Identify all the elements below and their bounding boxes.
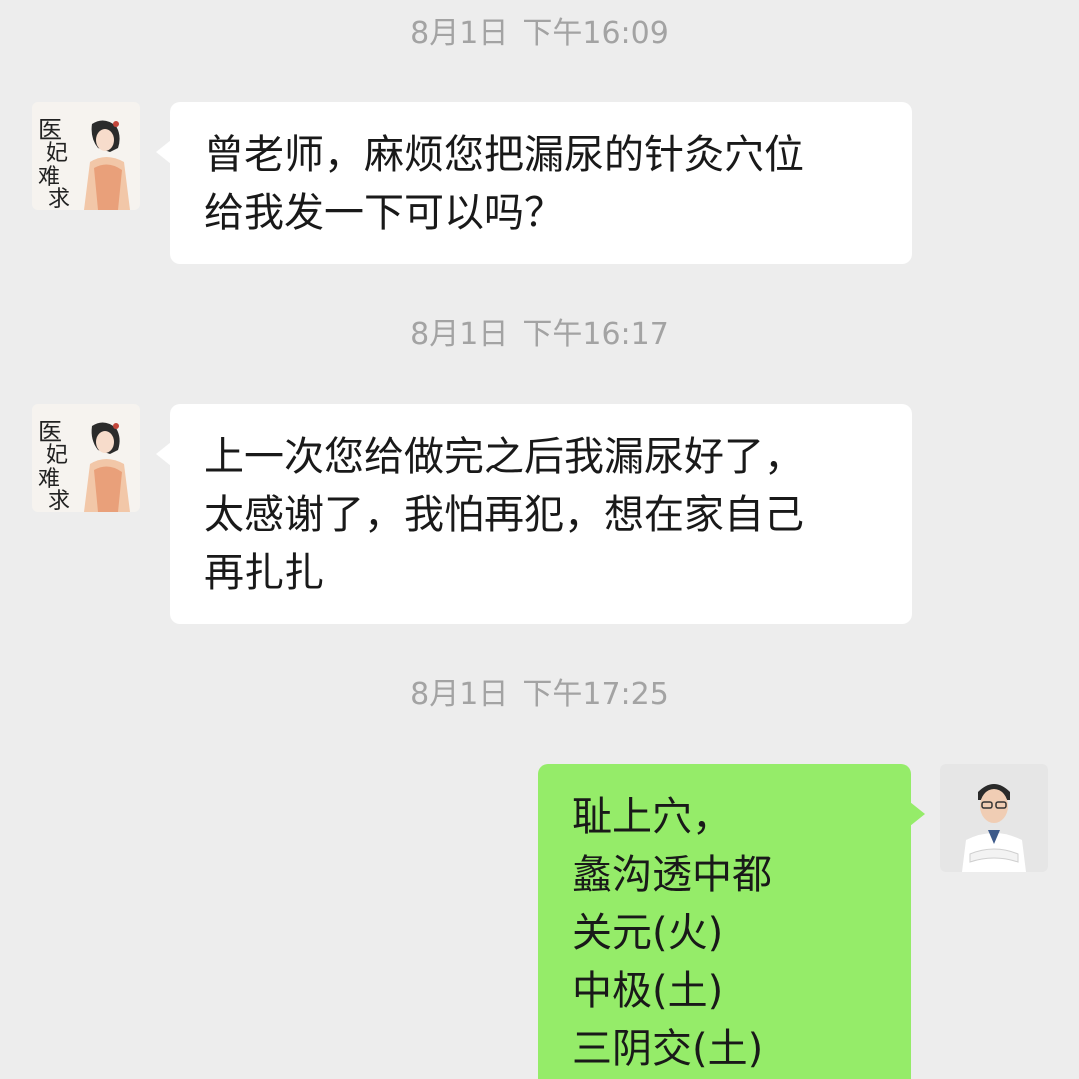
svg-text:求: 求 [48, 489, 70, 512]
message-timestamp: 8月1日 下午16:17 [0, 315, 1079, 355]
timestamp-date: 8月1日 [410, 16, 509, 51]
message-line: 中极(土) [572, 968, 724, 1014]
message-line: 曾老师，麻烦您把漏尿的针灸穴位 [204, 132, 804, 178]
message-line: 耻上穴， [572, 794, 732, 840]
contact-avatar-icon[interactable]: 医 妃 难 求 [32, 404, 140, 512]
svg-text:妃: 妃 [46, 443, 68, 468]
contact-avatar-art: 医 妃 难 求 [32, 404, 140, 512]
svg-text:求: 求 [48, 187, 70, 210]
message-line: 太感谢了，我怕再犯，想在家自己 [204, 492, 804, 538]
message-line: 三阴交(土) [572, 1026, 764, 1072]
svg-text:医: 医 [38, 116, 62, 144]
message-bubble-incoming[interactable]: 上一次您给做完之后我漏尿好了， 太感谢了，我怕再犯，想在家自己 再扎扎 [156, 404, 912, 624]
message-line: 关元(火) [572, 910, 724, 956]
message-timestamp: 8月1日 下午17:25 [0, 675, 1079, 715]
doctor-avatar-art [940, 764, 1048, 872]
doctor-avatar-icon[interactable] [940, 764, 1048, 872]
message-bubble-outgoing[interactable]: 耻上穴， 蠡沟透中都 关元(火) 中极(土) 三阴交(土) [538, 764, 925, 1079]
message-line: 上一次您给做完之后我漏尿好了， [204, 434, 804, 480]
message-timestamp: 8月1日 下午16:09 [0, 14, 1079, 54]
contact-avatar-art: 医 妃 难 求 [32, 102, 140, 210]
chat-view[interactable]: 8月1日 下午16:09 医 妃 难 求 曾老师，麻烦您把漏尿的针灸穴位 给我发一… [0, 0, 1079, 1079]
timestamp-clock: 下午16:17 [522, 317, 669, 352]
contact-avatar-icon[interactable]: 医 妃 难 求 [32, 102, 140, 210]
message-bubble-incoming[interactable]: 曾老师，麻烦您把漏尿的针灸穴位 给我发一下可以吗？ [156, 102, 912, 264]
timestamp-date: 8月1日 [410, 677, 509, 712]
timestamp-clock: 下午16:09 [522, 16, 669, 51]
svg-text:妃: 妃 [46, 141, 68, 166]
timestamp-clock: 下午17:25 [522, 677, 669, 712]
svg-text:医: 医 [38, 418, 62, 446]
message-line: 给我发一下可以吗？ [204, 190, 564, 236]
message-line: 蠡沟透中都 [572, 852, 772, 898]
timestamp-date: 8月1日 [410, 317, 509, 352]
message-line: 再扎扎 [204, 550, 324, 596]
